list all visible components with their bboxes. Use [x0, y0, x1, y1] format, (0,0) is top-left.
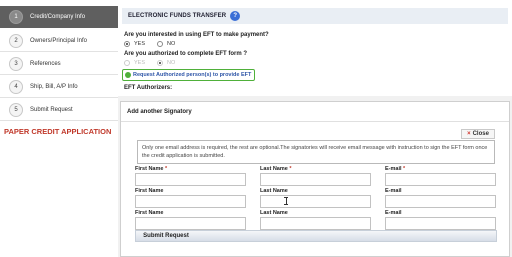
radio-no-label: NO: [167, 60, 176, 66]
step-label: Owners/Principal Info: [30, 37, 88, 44]
required-mark: *: [403, 166, 406, 172]
step-submit-request[interactable]: 5 Submit Request: [0, 99, 118, 121]
step-credit-company-info[interactable]: 1 Credit/Company Info: [0, 6, 118, 28]
email-label: E-mail *: [385, 166, 405, 172]
step-number: 3: [9, 56, 23, 71]
first-name-input-3[interactable]: [135, 217, 246, 230]
first-name-label-text: First Name: [135, 166, 164, 172]
step-number: 2: [9, 33, 23, 48]
radio-no-label: NO: [167, 41, 176, 47]
eft-authorized-radios: YES NO: [124, 60, 175, 66]
step-label: Submit Request: [30, 106, 73, 113]
signatory-instructions: Only one email address is required, the …: [137, 140, 495, 164]
eft-interest-radios: YES NO: [124, 41, 175, 47]
email-label-text: E-mail: [385, 166, 402, 172]
eft-section-header: ELECTRONIC FUNDS TRANSFER ?: [122, 8, 508, 24]
submit-request-button[interactable]: Submit Request: [137, 231, 195, 241]
radio-no[interactable]: [157, 41, 164, 47]
request-authorized-persons-link[interactable]: Request Authorized person(s) to provide …: [122, 69, 256, 81]
eft-authorizers-label: EFT Authorizers:: [124, 85, 173, 91]
email-label: E-mail: [385, 210, 402, 216]
step-ship-bill-ap-info[interactable]: 4 Ship, Bill, A/P Info: [0, 76, 118, 98]
last-name-label: Last Name: [260, 210, 288, 216]
first-name-label: First Name: [135, 210, 164, 216]
close-icon: ×: [467, 131, 471, 137]
radio-no[interactable]: [157, 60, 164, 66]
required-mark: *: [164, 166, 168, 172]
eft-authorized-question: Are you authorized to complete EFT form …: [124, 51, 248, 57]
close-label: Close: [472, 131, 489, 137]
radio-yes-label: YES: [134, 41, 146, 47]
step-references[interactable]: 3 References: [0, 53, 118, 75]
last-name-input-2[interactable]: [260, 195, 371, 208]
paper-credit-application-link[interactable]: PAPER CREDIT APPLICATION: [4, 127, 111, 136]
last-name-label: Last Name *: [260, 166, 292, 172]
eft-interest-question: Are you interested in using EFT to make …: [124, 32, 269, 38]
last-name-label-text: Last Name: [260, 166, 288, 172]
section-title: ELECTRONIC FUNDS TRANSFER: [128, 13, 227, 19]
step-label: Credit/Company Info: [30, 13, 86, 20]
check-circle-icon: [125, 72, 131, 78]
email-input-3[interactable]: [385, 217, 496, 230]
required-mark: *: [289, 166, 292, 172]
radio-yes[interactable]: [124, 60, 130, 66]
step-number: 1: [9, 9, 23, 24]
step-owners-principal-info[interactable]: 2 Owners/Principal Info: [0, 30, 118, 52]
step-sidebar: 1 Credit/Company Info 2 Owners/Principal…: [0, 0, 118, 257]
text-cursor-icon: [284, 197, 288, 205]
close-button[interactable]: × Close: [461, 129, 495, 139]
add-signatory-modal: Add another Signatory × Close Only one e…: [120, 101, 510, 257]
step-number: 4: [9, 79, 23, 94]
radio-yes-label: YES: [134, 60, 146, 66]
first-name-input-2[interactable]: [135, 195, 246, 208]
request-link-label: Request Authorized person(s) to provide …: [133, 72, 252, 78]
email-input-2[interactable]: [385, 195, 496, 208]
help-icon[interactable]: ?: [230, 11, 241, 21]
last-name-input-1[interactable]: [260, 173, 371, 186]
step-label: References: [30, 60, 61, 67]
email-input-1[interactable]: [385, 173, 496, 186]
first-name-label: First Name *: [135, 166, 167, 172]
radio-yes[interactable]: [124, 41, 130, 47]
email-label: E-mail: [385, 188, 402, 194]
step-number: 5: [9, 102, 23, 117]
last-name-label: Last Name: [260, 188, 288, 194]
step-label: Ship, Bill, A/P Info: [30, 83, 78, 90]
first-name-label: First Name: [135, 188, 164, 194]
last-name-input-3[interactable]: [260, 217, 371, 230]
first-name-input-1[interactable]: [135, 173, 246, 186]
modal-title: Add another Signatory: [121, 102, 509, 122]
